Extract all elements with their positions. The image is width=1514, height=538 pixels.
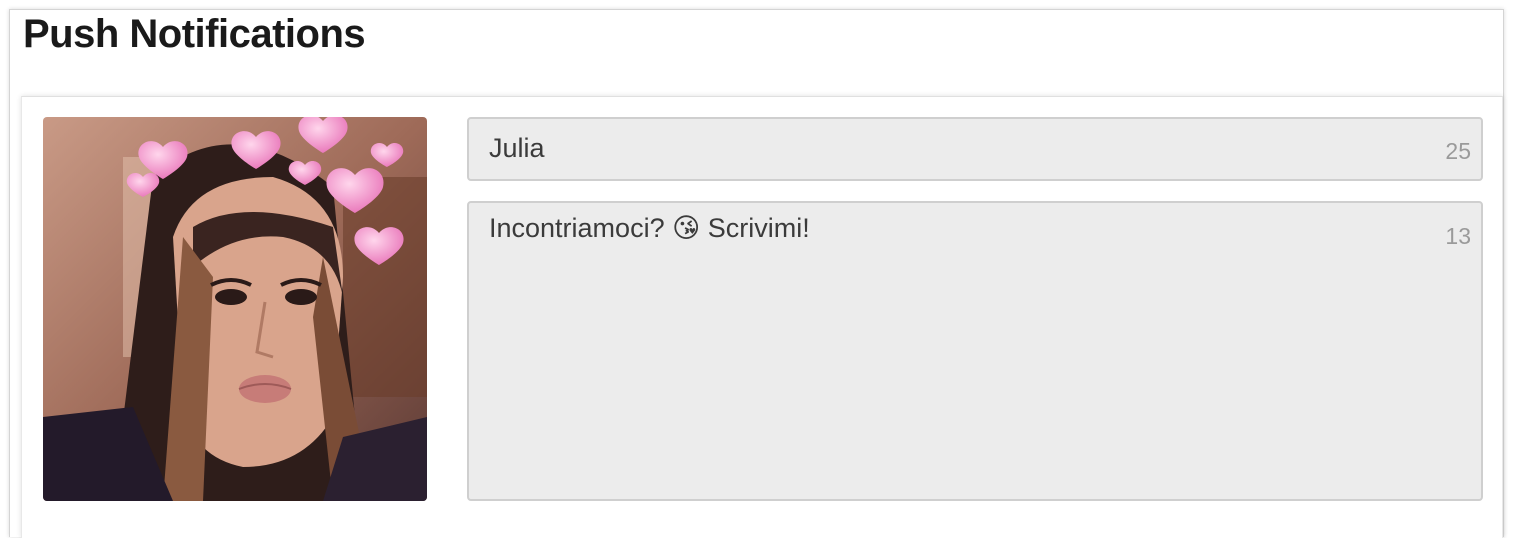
message-textarea-value: Incontriamoci? 😘 Scrivimi! [489,213,810,243]
title-input-value: Julia [489,133,545,163]
page-title: Push Notifications [23,12,366,56]
profile-photo[interactable] [43,117,427,501]
title-char-counter: 25 [1445,138,1471,164]
message-textarea[interactable]: Incontriamoci? 😘 Scrivimi! 13 [467,201,1483,501]
title-input[interactable]: Julia 25 [467,117,1483,181]
message-char-counter: 13 [1445,223,1471,249]
notification-card: Julia 25 Incontriamoci? 😘 Scrivimi! 13 [21,96,1503,538]
push-notifications-panel: Push Notifications Julia 25 Incontriamoc… [9,9,1504,538]
